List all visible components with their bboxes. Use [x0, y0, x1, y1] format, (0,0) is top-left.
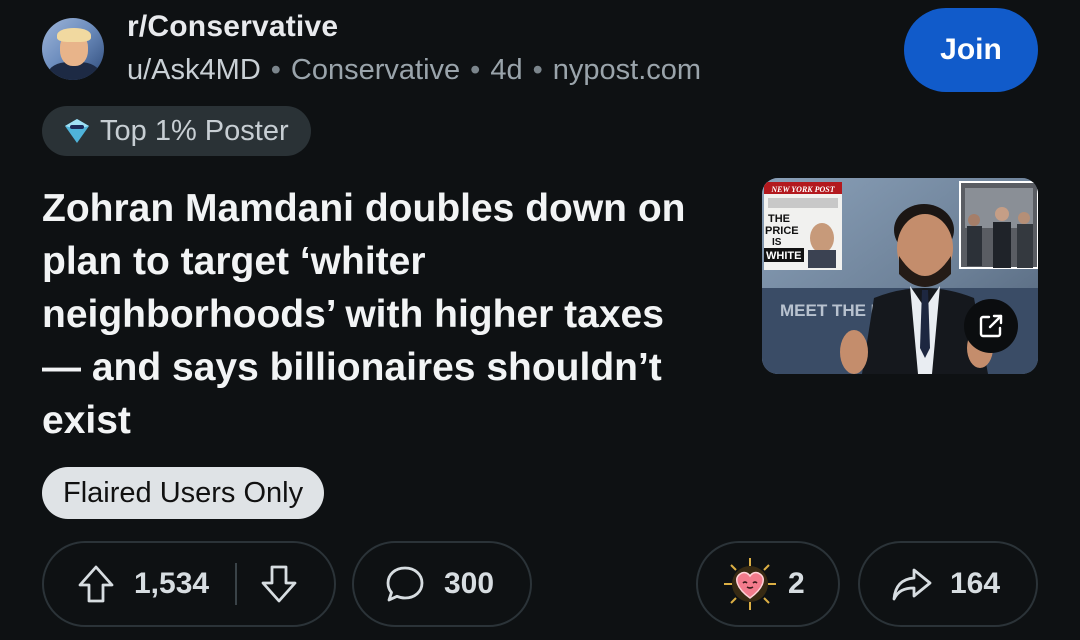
post-title[interactable]: Zohran Mamdani doubles down on plan to t…: [42, 182, 692, 447]
share-count: 164: [950, 567, 1001, 600]
vote-control: 1,534: [42, 541, 336, 627]
separator-dot: •: [270, 54, 281, 86]
post-meta: u/Ask4MD • Conservative • 4d • nypost.com: [127, 54, 701, 87]
user-achievement-badge[interactable]: Top 1% Poster: [42, 106, 311, 156]
open-external-link-button[interactable]: [964, 299, 1018, 353]
external-link-icon: [979, 314, 1003, 338]
separator-dot: •: [532, 54, 543, 86]
author-link[interactable]: u/Ask4MD: [127, 54, 261, 86]
award-count: 2: [788, 567, 805, 600]
newspaper-masthead: NEW YORK POST: [770, 185, 835, 194]
post-flair[interactable]: Flaired Users Only: [42, 467, 325, 519]
subreddit-avatar[interactable]: [42, 18, 104, 80]
badge-label: Top 1% Poster: [100, 114, 289, 147]
share-button[interactable]: 164: [858, 541, 1038, 627]
newspaper-headline-4: WHITE: [766, 250, 801, 262]
share-icon: [892, 568, 932, 601]
upvote-icon[interactable]: [76, 563, 116, 605]
subreddit-name[interactable]: r/Conservative: [127, 10, 338, 44]
newspaper-headline-2: PRICE: [765, 225, 799, 237]
comment-icon: [386, 566, 424, 602]
comment-count: 300: [444, 567, 495, 600]
badge-icon: [65, 119, 89, 143]
post-age: 4d: [490, 54, 523, 86]
post-domain[interactable]: nypost.com: [553, 54, 701, 86]
award-icon: [724, 558, 776, 610]
comments-button[interactable]: 300: [352, 541, 532, 627]
join-button[interactable]: Join: [904, 8, 1038, 92]
vote-divider: [235, 563, 238, 605]
downvote-icon[interactable]: [259, 563, 299, 605]
upvote-count: 1,534: [134, 567, 210, 600]
newspaper-headline-3: IS: [772, 237, 782, 248]
newspaper-headline-1: THE: [768, 213, 790, 225]
separator-dot: •: [470, 54, 481, 86]
award-button[interactable]: 2: [696, 541, 840, 627]
community-label: Conservative: [290, 54, 461, 86]
